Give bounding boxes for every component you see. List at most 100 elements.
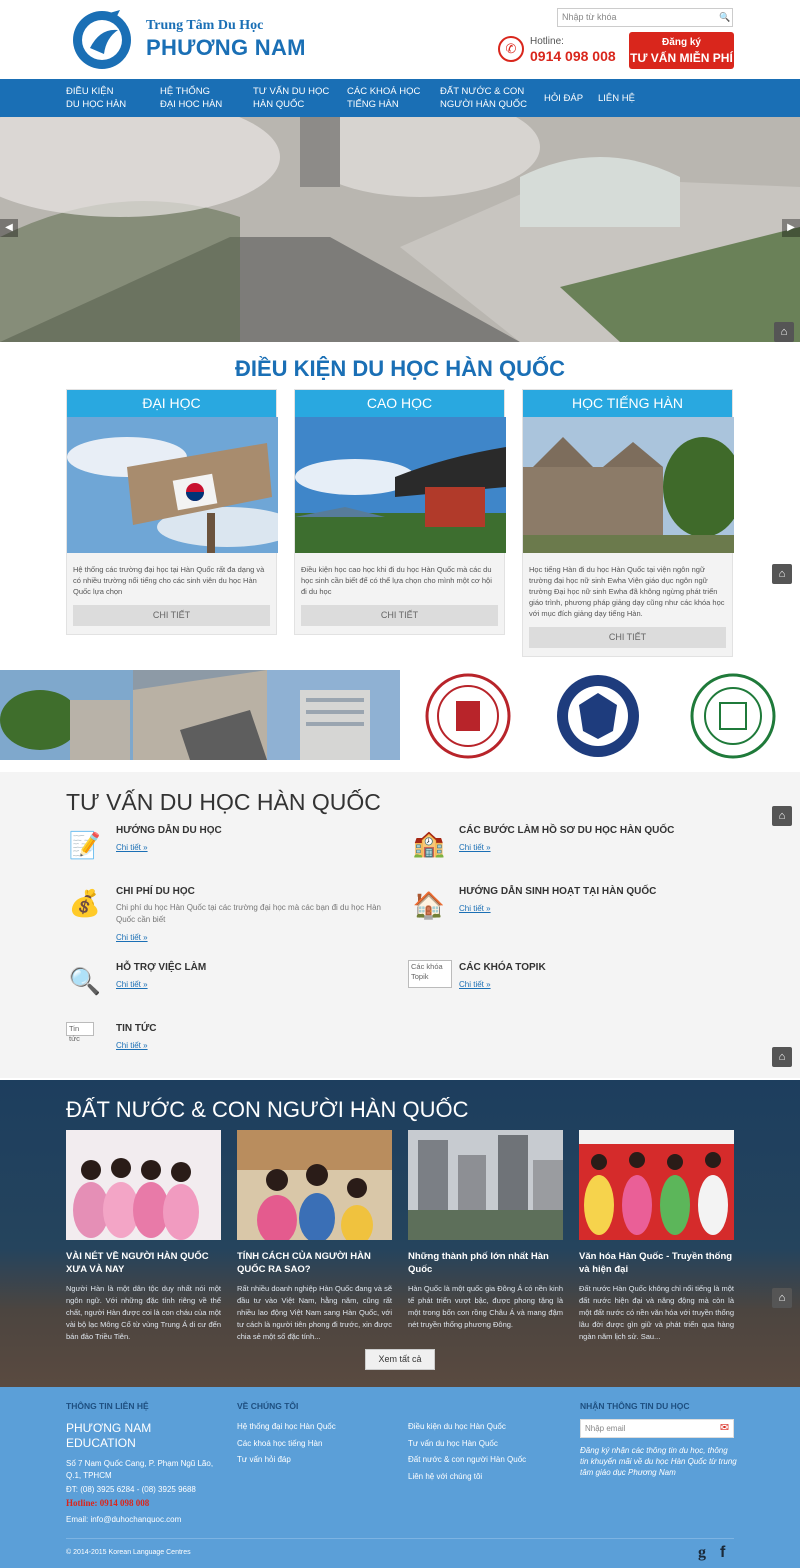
article-card[interactable]: Vài nét về người Hàn Quốc xưa và nay Ngư… xyxy=(66,1130,221,1343)
details-button[interactable]: Chi tiết xyxy=(73,605,270,626)
school-building-icon: 🏫 xyxy=(412,828,446,858)
hero-slider[interactable] xyxy=(0,117,800,342)
article-image-hanbok-family xyxy=(237,1130,392,1245)
register-line2: TƯ VẤN MIỄN PHÍ xyxy=(630,51,733,65)
copyright: © 2014-2015 Korean Language Centres xyxy=(66,1549,191,1556)
article-text: Hàn Quốc là một quốc gia Đông Á có nền k… xyxy=(408,1284,563,1329)
news-image-placeholder: Tin tức xyxy=(66,1022,94,1043)
footer-divider xyxy=(66,1538,734,1539)
brand-line2: PHƯƠNG NAM xyxy=(146,35,306,60)
nav-item-courses[interactable]: Các khoá học tiếng Hàn xyxy=(347,85,420,111)
conditions-title: Điều kiện du học Hàn Quốc xyxy=(234,356,565,381)
footer-link[interactable]: Đất nước & con người Hàn Quốc xyxy=(408,1455,526,1464)
article-title[interactable]: Vài nét về người Hàn Quốc xưa và nay xyxy=(66,1250,221,1276)
nav-item-universities[interactable]: Hệ thống đại học Hàn xyxy=(160,85,222,111)
consult-item-link[interactable]: Chi tiết » xyxy=(459,980,491,989)
article-title[interactable]: Tính cách của người Hàn Quốc ra sao? xyxy=(237,1250,392,1276)
footer-link[interactable]: Điều kiện du học Hàn Quốc xyxy=(408,1422,506,1431)
article-card[interactable]: Những thành phố lớn nhất Hàn Quốc Hàn Qu… xyxy=(408,1130,563,1331)
card-text: Hệ thống các trường đại học tại Hàn Quốc… xyxy=(73,565,265,596)
resume-search-icon: 🔍 xyxy=(68,966,102,996)
article-title[interactable]: Những thành phố lớn nhất Hàn Quốc xyxy=(408,1250,563,1276)
nav-item-contact[interactable]: Liên hệ xyxy=(598,92,635,105)
footer-contact-head: Thông tin liên hệ xyxy=(66,1401,149,1411)
main-nav: Điều kiện du học Hàn Hệ thống đại học Hàn … xyxy=(0,79,800,117)
article-text: Người Hàn là một dân tộc duy nhất nói mộ… xyxy=(66,1284,221,1341)
consult-item-desc: Chi phí du học Hàn Quốc tại các trường đ… xyxy=(116,903,381,924)
sejong-university-seal-icon[interactable] xyxy=(425,673,511,759)
logo-icon[interactable] xyxy=(70,8,134,70)
nav-item-conditions[interactable]: Điều kiện du học Hàn xyxy=(66,85,126,111)
condition-card-korean-language: Học tiếng Hàn Học tiếng Hàn đi du học Hà… xyxy=(522,389,743,657)
condition-card-university: Đại học Hệ thống các trường đại học tại … xyxy=(66,389,297,635)
document-edit-icon: 📝 xyxy=(68,830,102,860)
article-title[interactable]: Văn hóa Hàn Quốc - Truyền thống và hiện … xyxy=(579,1250,734,1276)
footer-company-name: PHƯƠNG NAM EDUCATION xyxy=(66,1421,152,1450)
mail-icon[interactable]: ✉ xyxy=(718,1422,731,1435)
hotline-number[interactable]: 0914 098 008 xyxy=(530,48,616,64)
nav-item-consult[interactable]: Tư vấn du học Hàn Quốc xyxy=(253,85,329,111)
consult-item-link[interactable]: Chi tiết » xyxy=(459,904,491,913)
newsletter-email-input[interactable]: Nhập email xyxy=(580,1419,734,1438)
hero-image xyxy=(0,117,800,342)
home-icon[interactable]: ⌂ xyxy=(772,1288,792,1308)
money-hand-icon: 💰 xyxy=(68,888,102,918)
search-icon[interactable]: 🔍 xyxy=(718,10,732,24)
details-button[interactable]: Chi tiết xyxy=(301,605,498,626)
consult-item-title[interactable]: Tin tức xyxy=(116,1023,157,1034)
google-plus-icon[interactable]: g xyxy=(698,1544,706,1562)
footer-newsletter-head: Nhận thông tin du học xyxy=(580,1401,690,1411)
brand-line1: Trung Tâm Du Học xyxy=(146,18,264,33)
footer-address: Số 7 Nam Quốc Cang, P. Phạm Ngũ Lão, Q.1,… xyxy=(66,1459,214,1480)
card-text: Học tiếng Hàn đi du học Hàn Quốc tại việ… xyxy=(529,565,725,618)
details-button[interactable]: Chi tiết xyxy=(529,627,726,648)
article-text: Đất nước Hàn Quốc không chỉ nổi tiếng là… xyxy=(579,1284,734,1341)
footer-link[interactable]: Tư vấn du học Hàn Quốc xyxy=(408,1439,498,1448)
footer-link[interactable]: Các khoá học tiếng Hàn xyxy=(237,1439,322,1448)
facebook-icon[interactable]: f xyxy=(720,1544,725,1562)
consult-item-title[interactable]: Hướng dẫn du học xyxy=(116,825,222,836)
nav-item-faq[interactable]: Hỏi đáp xyxy=(544,92,583,105)
register-consult-button[interactable]: Đăng ký TƯ VẤN MIỄN PHÍ xyxy=(629,32,734,69)
yonsei-university-seal-icon[interactable] xyxy=(555,673,641,759)
consult-item-title[interactable]: Các khóa topik xyxy=(459,962,546,973)
ewha-university-seal-icon[interactable] xyxy=(690,673,776,759)
search-input[interactable]: Nhập từ khóa xyxy=(557,8,733,27)
footer-link[interactable]: Liên hệ với chúng tôi xyxy=(408,1472,482,1481)
card-image-flag-sign xyxy=(67,417,297,553)
home-icon[interactable]: ⌂ xyxy=(772,806,792,826)
article-card[interactable]: Tính cách của người Hàn Quốc ra sao? Rất… xyxy=(237,1130,392,1343)
country-title: Đất nước & con người Hàn Quốc xyxy=(66,1097,469,1122)
article-image-girls xyxy=(66,1130,221,1240)
home-icon[interactable]: ⌂ xyxy=(772,1047,792,1067)
consult-item-link[interactable]: Chi tiết » xyxy=(116,1041,148,1050)
slider-prev-icon[interactable]: ◀ xyxy=(0,219,18,237)
house-family-icon: 🏠 xyxy=(412,890,446,920)
consult-item-link[interactable]: Chi tiết » xyxy=(116,933,148,942)
nav-item-country[interactable]: Đất nước & con người Hàn Quốc xyxy=(440,85,527,111)
home-icon[interactable]: ⌂ xyxy=(772,564,792,584)
footer-link[interactable]: Hệ thống đại học Hàn Quốc xyxy=(237,1422,336,1431)
consult-item-title[interactable]: Hỗ trợ việc làm xyxy=(116,962,206,973)
consult-item-link[interactable]: Chi tiết » xyxy=(116,980,148,989)
consult-item-title[interactable]: Các bước làm hồ sơ du học Hàn Quốc xyxy=(459,825,674,836)
footer-about-head: Về chúng tôi xyxy=(237,1401,299,1411)
footer-link[interactable]: Tư vấn hỏi đáp xyxy=(237,1455,291,1464)
article-text: Rất nhiều doanh nghiệp Hàn Quốc đang và … xyxy=(237,1284,392,1341)
home-icon[interactable]: ⌂ xyxy=(774,322,794,342)
university-photo-strip xyxy=(0,670,400,760)
consult-item-title[interactable]: Hướng dẫn sinh hoạt tại Hàn Quốc xyxy=(459,886,656,897)
footer-email[interactable]: Email: info@duhochanquoc.com xyxy=(66,1515,181,1524)
site-header: Trung Tâm Du Học PHƯƠNG NAM Nhập từ khóa… xyxy=(0,0,800,80)
consult-item-link[interactable]: Chi tiết » xyxy=(459,843,491,852)
card-image-campus xyxy=(523,417,743,553)
article-card[interactable]: Văn hóa Hàn Quốc - Truyền thống và hiện … xyxy=(579,1130,734,1343)
card-text: Điều kiện học cao học khi đi du học Hàn … xyxy=(301,565,492,596)
consult-title: Tư vấn du học Hàn Quốc xyxy=(66,789,381,815)
consult-item-title[interactable]: Chi phí du học xyxy=(116,886,195,897)
view-all-button[interactable]: Xem tất cả xyxy=(365,1349,435,1370)
slider-next-icon[interactable]: ▶ xyxy=(782,219,800,237)
card-head: Đại học xyxy=(67,390,276,417)
consult-item-link[interactable]: Chi tiết » xyxy=(116,843,148,852)
footer-hotline: Hotline: 0914 098 008 xyxy=(66,1498,150,1508)
